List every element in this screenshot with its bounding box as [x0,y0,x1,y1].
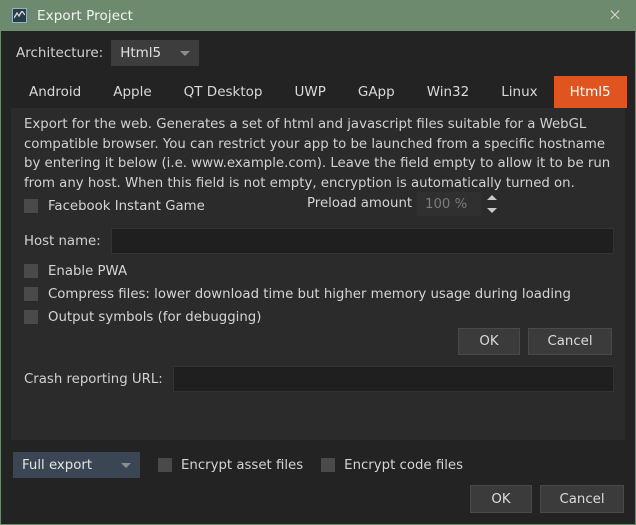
encrypt-asset-files-row: Encrypt asset files [158,458,303,473]
dialog-button-row: OK Cancel [470,485,624,513]
tab-html5[interactable]: Html5 [553,76,627,108]
compress-files-checkbox[interactable] [24,287,38,301]
tab-qt-desktop[interactable]: QT Desktop [168,76,279,108]
compress-files-label: Compress files: lower download time but … [48,286,571,302]
architecture-selected-value: Html5 [120,45,162,61]
html5-export-panel: Export for the web. Generates a set of h… [11,108,625,440]
facebook-instant-game-label: Facebook Instant Game [48,198,205,214]
architecture-select[interactable]: Html5 [111,40,200,66]
chevron-up-icon[interactable] [487,195,497,200]
enable-pwa-checkbox[interactable] [24,264,38,278]
close-icon[interactable]: × [593,0,635,31]
host-name-row: Host name: [24,228,614,254]
dialog-ok-button[interactable]: OK [470,485,532,513]
host-name-label: Host name: [24,233,101,249]
preload-amount-label: Preload amount [307,196,413,211]
tab-win32[interactable]: Win32 [411,76,486,108]
output-symbols-label: Output symbols (for debugging) [48,309,262,325]
panel-cancel-button[interactable]: Cancel [528,328,612,355]
enable-pwa-label: Enable PWA [48,263,128,279]
chevron-down-icon [180,51,191,56]
chevron-down-icon [121,463,131,468]
output-symbols-row: Output symbols (for debugging) [24,306,614,328]
window-title: Export Project [37,7,134,24]
architecture-label: Architecture: [16,45,104,61]
enable-pwa-row: Enable PWA [24,260,614,282]
tab-linux[interactable]: Linux [485,76,553,108]
dialog-cancel-button[interactable]: Cancel [540,485,624,513]
preload-amount-stepper[interactable] [483,192,501,216]
crash-reporting-url-label: Crash reporting URL: [24,371,163,387]
tab-gapp[interactable]: GApp [342,76,411,108]
compress-files-row: Compress files: lower download time but … [24,283,614,305]
encrypt-code-files-label: Encrypt code files [344,457,463,473]
preload-amount-value: 100 % [425,196,468,212]
encrypt-asset-files-checkbox[interactable] [158,458,172,472]
crash-reporting-url-input[interactable] [172,366,614,392]
tab-uwp[interactable]: UWP [278,76,341,108]
host-name-input[interactable] [110,228,614,254]
chevron-down-icon[interactable] [487,208,497,213]
export-mode-select[interactable]: Full export [13,452,140,478]
tab-android[interactable]: Android [13,76,97,108]
encrypt-asset-files-label: Encrypt asset files [181,457,304,473]
footer-options-row: Full export Encrypt asset files Encrypt … [13,452,463,478]
tab-apple[interactable]: Apple [97,76,167,108]
platform-tabbar: Android Apple QT Desktop UWP GApp Win32 … [1,75,635,108]
crash-reporting-url-row: Crash reporting URL: [24,366,614,392]
encrypt-code-files-row: Encrypt code files [321,458,463,473]
output-symbols-checkbox[interactable] [24,310,38,324]
panel-button-row: OK Cancel [458,328,623,355]
chart-app-icon [12,8,27,23]
panel-ok-button[interactable]: OK [458,328,520,355]
encrypt-code-files-checkbox[interactable] [321,458,336,472]
title-bar: Export Project × [1,0,635,31]
export-project-dialog: Export Project × Architecture: Html5 And… [0,0,636,525]
facebook-instant-game-checkbox[interactable] [24,199,38,213]
architecture-row: Architecture: Html5 [1,31,635,75]
preload-amount-input[interactable]: 100 % [417,192,481,216]
panel-description: Export for the web. Generates a set of h… [24,117,611,191]
export-mode-selected-value: Full export [22,457,93,473]
